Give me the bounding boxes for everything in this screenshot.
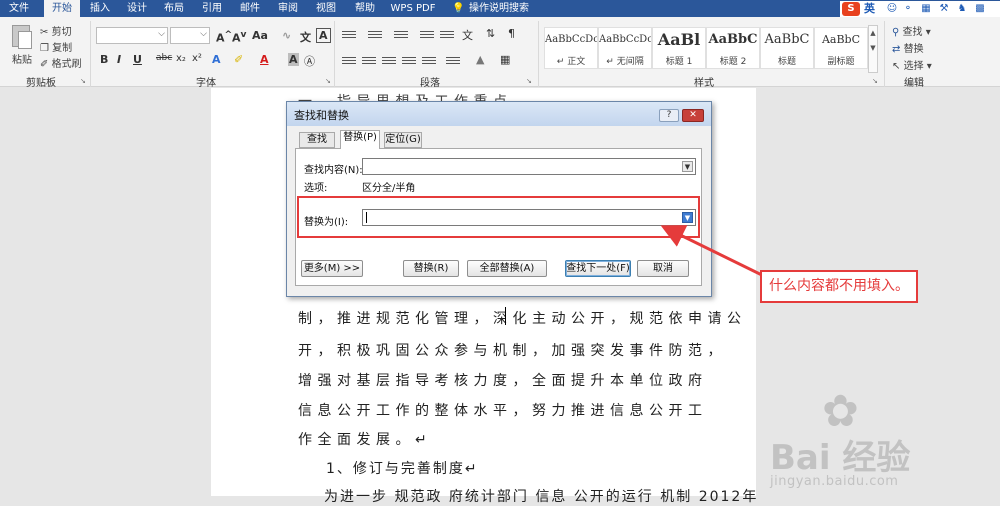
baidu-watermark: ✿ Bai 经验 jingyan.baidu.com: [770, 390, 995, 490]
tab-replace[interactable]: 替换(P): [340, 130, 380, 149]
watermark-url: jingyan.baidu.com: [770, 474, 899, 489]
watermark-brand: Bai 经验: [770, 438, 911, 478]
paw-icon: ✿: [822, 386, 859, 437]
annotation-callout: 什么内容都不用填入。: [760, 270, 918, 303]
